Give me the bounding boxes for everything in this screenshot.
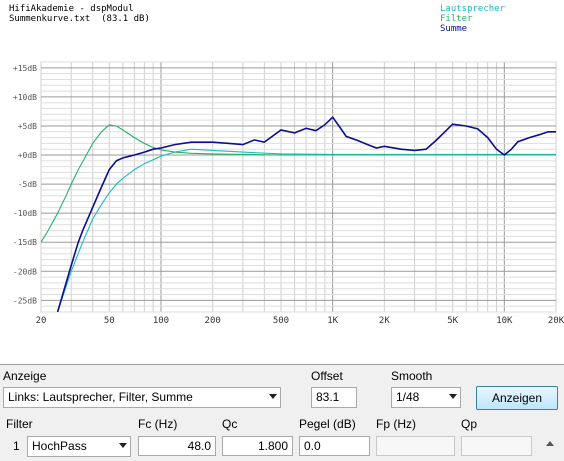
frequency-response-chart: +15dB +10dB +5dB +0dB -5dB -10dB -15dB -20dB -25… — [13, 61, 564, 326]
offset-input-value: 83.1 — [316, 390, 340, 404]
chevron-down-icon — [119, 443, 127, 448]
x-tick-label: 100 — [153, 316, 169, 326]
plot-area — [40, 61, 557, 313]
y-tick-label: -5dB — [18, 180, 37, 189]
fc-input[interactable]: 48.0 — [138, 436, 216, 456]
y-tick-label: +10dB — [13, 93, 37, 102]
x-tick-label: 500 — [273, 316, 289, 326]
response-plot-panel: HifiAkademie - dspModul Summenkurve.txt … — [0, 0, 564, 365]
x-tick-label: 20 — [36, 316, 47, 326]
x-tick-label: 20K — [548, 316, 564, 326]
filter-label: Filter — [6, 417, 33, 431]
smooth-label: Smooth — [391, 369, 433, 383]
chevron-down-icon — [269, 394, 277, 399]
fp-input[interactable] — [376, 436, 455, 456]
y-tick-label: -25dB — [13, 296, 37, 305]
fc-input-value: 48.0 — [187, 439, 211, 453]
x-tick-label: 5K — [447, 316, 458, 326]
y-tick-label: -20dB — [13, 267, 37, 276]
qp-label: Qp — [461, 417, 478, 431]
offset-label: Offset — [311, 369, 343, 383]
y-tick-label: +5dB — [18, 122, 37, 131]
y-tick-label: +15dB — [13, 64, 37, 73]
pegel-label: Pegel (dB) — [299, 417, 356, 431]
smooth-select[interactable]: 1/48 — [391, 387, 461, 408]
qc-label: Qc — [222, 417, 238, 431]
y-tick-label: -15dB — [13, 238, 37, 247]
x-tick-label: 200 — [205, 316, 221, 326]
filter-type-value: HochPass — [32, 439, 87, 453]
pegel-input[interactable]: 0.0 — [299, 436, 370, 456]
filter-scrollbar[interactable] — [541, 434, 559, 461]
smooth-select-value: 1/48 — [396, 390, 420, 404]
qc-input[interactable]: 1.800 — [222, 436, 293, 456]
filter-type-select[interactable]: HochPass — [27, 436, 131, 457]
y-tick-label: -10dB — [13, 209, 37, 218]
anzeige-select[interactable]: Links: Lautsprecher, Filter, Summe — [3, 387, 281, 408]
y-tick-label: +0dB — [18, 151, 37, 160]
anzeigen-button[interactable]: Anzeigen — [476, 386, 558, 410]
fc-label: Fc (Hz) — [138, 417, 178, 431]
pegel-input-value: 0.0 — [304, 439, 321, 453]
chevron-down-icon — [449, 394, 457, 399]
qc-input-value: 1.800 — [257, 439, 288, 453]
fp-label: Fp (Hz) — [376, 417, 416, 431]
x-tick-label: 50 — [104, 316, 115, 326]
filter-row-number: 1 — [13, 439, 20, 453]
offset-input[interactable]: 83.1 — [311, 387, 357, 408]
anzeige-select-value: Links: Lautsprecher, Filter, Summe — [8, 390, 193, 404]
anzeige-label: Anzeige — [3, 369, 47, 383]
x-tick-label: 1K — [327, 316, 338, 326]
x-tick-label: 10K — [496, 316, 513, 326]
scroll-up-icon[interactable] — [546, 441, 554, 446]
x-tick-label: 2K — [379, 316, 390, 326]
qp-input[interactable] — [461, 436, 532, 456]
